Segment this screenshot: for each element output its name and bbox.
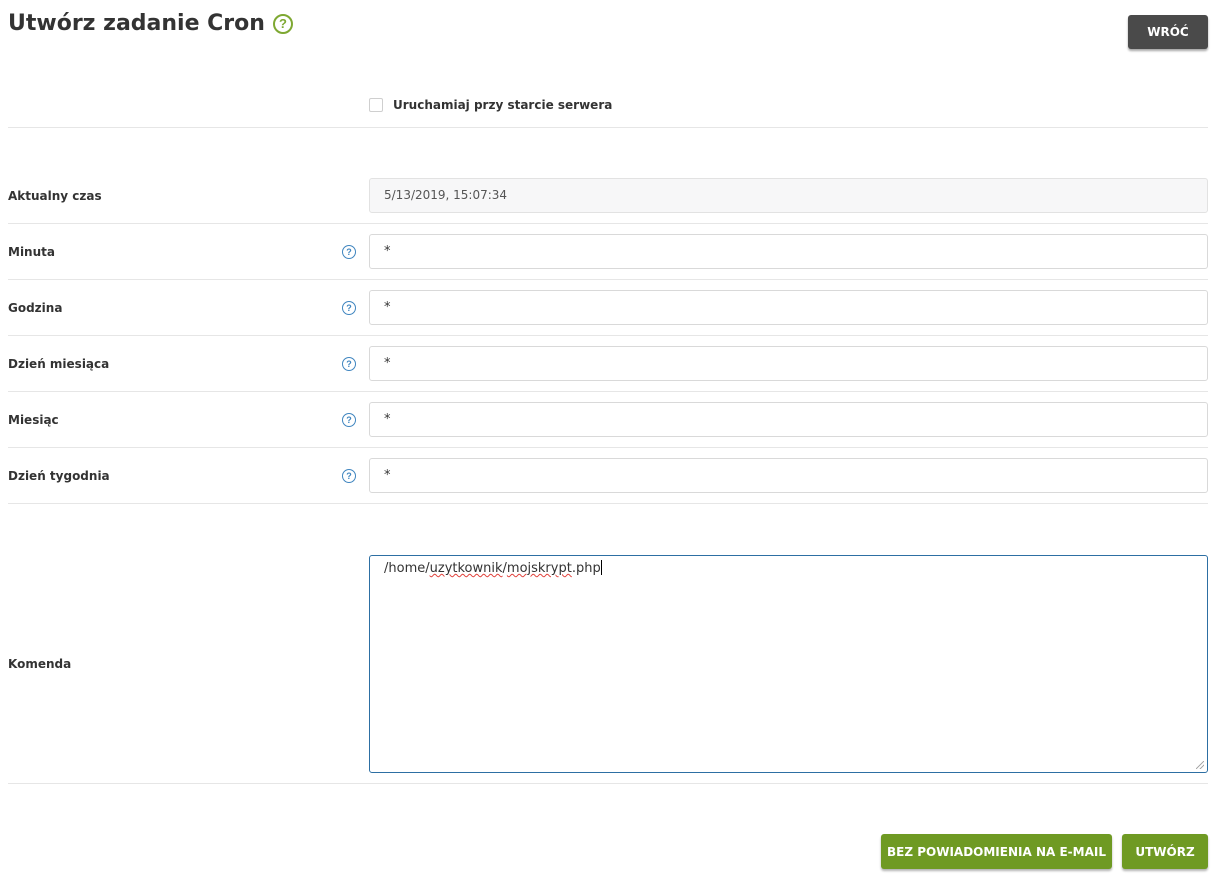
hour-help-icon[interactable]: ?	[342, 301, 356, 315]
command-textarea[interactable]: /home/uzytkownik/mojskrypt.php	[369, 555, 1208, 773]
command-text: /home/uzytkownik/mojskrypt.php	[384, 560, 602, 576]
command-label: Komenda	[8, 657, 72, 671]
divider	[8, 279, 1208, 280]
month-input[interactable]: *	[369, 402, 1208, 437]
minute-label: Minuta	[8, 245, 55, 259]
hour-input[interactable]: *	[369, 290, 1208, 325]
divider	[8, 127, 1208, 128]
day-of-month-label: Dzień miesiąca	[8, 357, 110, 371]
divider	[8, 503, 1208, 504]
day-of-week-help-icon[interactable]: ?	[342, 469, 356, 483]
divider	[8, 783, 1208, 784]
page-title-container: Utwórz zadanie Cron ?	[8, 11, 293, 36]
hour-label: Godzina	[8, 301, 63, 315]
startup-checkbox-label[interactable]: Uruchamiaj przy starcie serwera	[393, 98, 612, 112]
back-button[interactable]: WRÓĆ	[1128, 15, 1208, 49]
create-without-email-button[interactable]: BEZ POWIADOMIENIA NA E-MAIL	[881, 834, 1112, 869]
divider	[8, 335, 1208, 336]
text-caret	[600, 560, 602, 575]
month-label: Miesiąc	[8, 413, 59, 427]
minute-input[interactable]: *	[369, 234, 1208, 269]
page-title: Utwórz zadanie Cron	[8, 11, 265, 36]
create-button[interactable]: UTWÓRZ	[1122, 834, 1208, 869]
month-help-icon[interactable]: ?	[342, 413, 356, 427]
day-of-week-label: Dzień tygodnia	[8, 469, 110, 483]
resize-handle-icon[interactable]	[1196, 761, 1204, 769]
current-time-field: 5/13/2019, 15:07:34	[369, 178, 1208, 213]
divider	[8, 391, 1208, 392]
divider	[8, 447, 1208, 448]
startup-checkbox[interactable]	[369, 98, 383, 112]
day-of-month-input[interactable]: *	[369, 346, 1208, 381]
day-of-month-help-icon[interactable]: ?	[342, 357, 356, 371]
minute-help-icon[interactable]: ?	[342, 245, 356, 259]
question-circle-icon[interactable]: ?	[272, 13, 293, 34]
day-of-week-input[interactable]: *	[369, 458, 1208, 493]
current-time-label: Aktualny czas	[8, 189, 102, 203]
divider	[8, 223, 1208, 224]
startup-option[interactable]: Uruchamiaj przy starcie serwera	[369, 98, 612, 112]
